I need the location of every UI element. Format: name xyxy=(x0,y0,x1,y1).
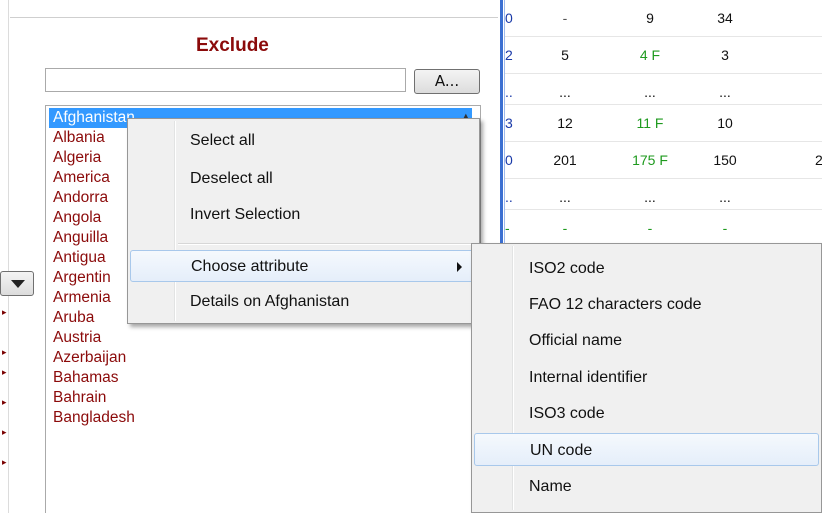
submenu-item-label: FAO 12 characters code xyxy=(529,296,702,313)
list-item[interactable]: Algeria xyxy=(53,148,101,168)
table-cell: 0 xyxy=(505,10,513,26)
submenu-item-un-code[interactable]: UN code xyxy=(474,433,819,466)
table-cell: 4 F xyxy=(639,47,661,63)
table-cell: 10 xyxy=(717,115,733,131)
submenu-item-name[interactable]: Name xyxy=(474,470,819,503)
arrow-marker-icon: ▸ xyxy=(2,398,7,408)
table-cell: 3 xyxy=(721,47,729,63)
list-item[interactable]: Bahrain xyxy=(53,388,106,408)
table-row[interactable]: 2 5 4 F 3 xyxy=(505,37,822,73)
table-cell: 150 xyxy=(713,152,737,168)
submenu-item-label: UN code xyxy=(530,442,593,459)
table-cell: 11 F xyxy=(636,115,664,131)
table-cell: - xyxy=(505,220,510,236)
list-item[interactable]: Anguilla xyxy=(53,228,108,248)
list-item[interactable]: Austria xyxy=(53,328,101,348)
submenu-item-iso3-code[interactable]: ISO3 code xyxy=(474,397,819,430)
table-cell: - xyxy=(562,220,568,236)
submenu-item-label: Name xyxy=(529,478,572,495)
arrow-marker-icon: ▸ xyxy=(2,458,7,468)
table-row[interactable]: - - - - xyxy=(505,210,822,246)
submenu-item-label: Internal identifier xyxy=(529,369,648,386)
table-cell: - xyxy=(562,10,568,26)
submenu-item-internal-identifier[interactable]: Internal identifier xyxy=(474,361,819,394)
submenu-item-label: Official name xyxy=(529,332,623,349)
menu-item-deselect-all[interactable]: Deselect all xyxy=(130,163,477,195)
table-row[interactable]: 0 - 9 34 xyxy=(505,0,822,36)
table-cell: - xyxy=(647,220,653,236)
table-cell: 0 xyxy=(505,152,513,168)
arrow-marker-icon: ▸ xyxy=(2,428,7,438)
table-cell: - xyxy=(722,220,728,236)
table-row[interactable]: 0 201 175 F 150 2 xyxy=(505,142,822,178)
menu-item-label: Select all xyxy=(190,132,255,149)
submenu-arrow-icon xyxy=(457,262,462,272)
row-markers: ▸ ▸ ▸ ▸ ▸ ▸ xyxy=(0,300,10,513)
dropdown-button[interactable] xyxy=(0,271,34,296)
list-item[interactable]: Azerbaijan xyxy=(53,348,126,368)
list-item[interactable]: Aruba xyxy=(53,308,94,328)
attribute-submenu: ISO2 code FAO 12 characters code Officia… xyxy=(471,243,822,513)
menu-item-invert-selection[interactable]: Invert Selection xyxy=(130,199,477,231)
table-cell: 175 F xyxy=(632,152,668,168)
table-cell: 3 xyxy=(505,115,513,131)
attribute-button[interactable]: A... xyxy=(414,69,480,94)
menu-separator-highlight xyxy=(178,244,476,245)
menu-item-label: Invert Selection xyxy=(190,206,301,223)
table-cell: 5 xyxy=(561,47,569,63)
panel-title: Exclude xyxy=(196,35,269,56)
table-cell: 2 xyxy=(505,47,513,63)
context-menu: Select all Deselect all Invert Selection… xyxy=(127,118,480,324)
panel-top-rule xyxy=(10,17,498,18)
submenu-item-label: ISO3 code xyxy=(529,405,605,422)
submenu-item-label: ISO2 code xyxy=(529,260,605,277)
list-item[interactable]: Armenia xyxy=(53,288,111,308)
arrow-marker-icon: ▸ xyxy=(2,348,7,358)
chevron-down-icon xyxy=(11,280,25,288)
menu-item-label: Details on Afghanistan xyxy=(190,293,350,310)
arrow-marker-icon: ▸ xyxy=(2,368,7,378)
menu-item-details[interactable]: Details on Afghanistan xyxy=(130,286,477,318)
table-row[interactable]: 3 12 11 F 10 xyxy=(505,105,822,141)
list-item[interactable]: America xyxy=(53,168,110,188)
submenu-item-iso2-code[interactable]: ISO2 code xyxy=(474,252,819,285)
list-item[interactable]: Argentin xyxy=(53,268,111,288)
filter-input[interactable] xyxy=(45,68,406,92)
table-cell: 2 xyxy=(815,152,822,168)
table-cell: 34 xyxy=(717,10,733,26)
table-cell: 9 xyxy=(646,10,654,26)
list-item[interactable]: Andorra xyxy=(53,188,108,208)
menu-item-choose-attribute[interactable]: Choose attribute xyxy=(130,250,477,282)
list-item[interactable]: Bahamas xyxy=(53,368,118,388)
list-item[interactable]: Bangladesh xyxy=(53,408,135,428)
list-item[interactable]: Antigua xyxy=(53,248,106,268)
menu-item-select-all[interactable]: Select all xyxy=(130,125,477,157)
menu-item-label: Choose attribute xyxy=(191,258,309,275)
table-cell: 201 xyxy=(553,152,577,168)
menu-item-label: Deselect all xyxy=(190,170,273,187)
submenu-item-official-name[interactable]: Official name xyxy=(474,324,819,357)
list-item[interactable]: Angola xyxy=(53,208,101,228)
arrow-marker-icon: ▸ xyxy=(2,308,7,318)
table-cell: 12 xyxy=(557,115,573,131)
submenu-item-fao-code[interactable]: FAO 12 characters code xyxy=(474,288,819,321)
list-item[interactable]: Albania xyxy=(53,128,105,148)
